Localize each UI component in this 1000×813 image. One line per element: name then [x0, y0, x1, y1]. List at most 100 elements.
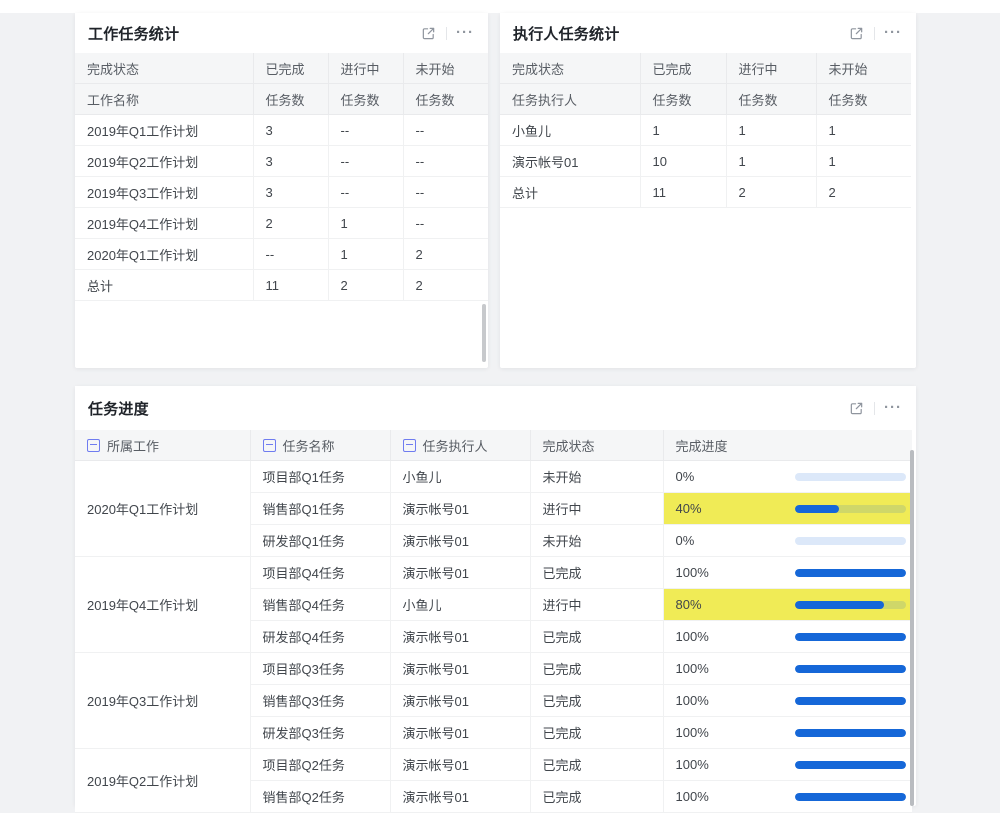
pivot-cell[interactable]: 11: [253, 270, 328, 301]
executor-cell[interactable]: 小鱼儿: [390, 461, 530, 493]
pivot-cell[interactable]: 2: [816, 177, 911, 208]
task-name-cell[interactable]: 项目部Q2任务: [250, 749, 390, 781]
task-name-cell[interactable]: 研发部Q4任务: [250, 621, 390, 653]
task-name-cell[interactable]: 项目部Q4任务: [250, 557, 390, 589]
progress-percent: 100%: [676, 789, 709, 804]
expand-icon[interactable]: [847, 24, 865, 42]
collapse-minus-icon[interactable]: [87, 439, 100, 452]
progress-cell[interactable]: 0%: [663, 461, 912, 493]
task-name-cell[interactable]: 项目部Q3任务: [250, 653, 390, 685]
status-cell[interactable]: 进行中: [530, 493, 663, 525]
progress-cell[interactable]: 80%: [663, 589, 912, 621]
progress-cell[interactable]: 100%: [663, 717, 912, 749]
task-name-cell[interactable]: 研发部Q3任务: [250, 717, 390, 749]
status-cell[interactable]: 已完成: [530, 749, 663, 781]
pivot-cell[interactable]: --: [403, 208, 488, 239]
executor-cell[interactable]: 演示帐号01: [390, 493, 530, 525]
status-cell[interactable]: 已完成: [530, 781, 663, 813]
executor-cell[interactable]: 演示帐号01: [390, 749, 530, 781]
pivot-cell[interactable]: 1: [328, 208, 403, 239]
status-cell[interactable]: 已完成: [530, 717, 663, 749]
status-cell[interactable]: 进行中: [530, 589, 663, 621]
pivot-cell[interactable]: 2019年Q4工作计划: [75, 208, 253, 239]
status-cell[interactable]: 已完成: [530, 653, 663, 685]
collapse-minus-icon[interactable]: [263, 439, 276, 452]
more-icon[interactable]: ···: [884, 24, 902, 42]
pivot-cell[interactable]: 10: [640, 146, 726, 177]
progress-cell[interactable]: 100%: [663, 685, 912, 717]
pivot-cell[interactable]: 总计: [500, 177, 640, 208]
pivot-cell[interactable]: --: [328, 146, 403, 177]
collapse-minus-icon[interactable]: [403, 439, 416, 452]
work-group-cell[interactable]: 2020年Q1工作计划: [75, 461, 250, 557]
pivot-cell[interactable]: 小鱼儿: [500, 115, 640, 146]
column-header-0[interactable]: 所属工作: [75, 430, 250, 461]
pivot-cell[interactable]: 2020年Q1工作计划: [75, 239, 253, 270]
more-icon[interactable]: ···: [456, 24, 474, 42]
work-group-cell[interactable]: 2019年Q2工作计划: [75, 749, 250, 813]
pivot-cell[interactable]: 2: [403, 239, 488, 270]
pivot-cell[interactable]: 2019年Q2工作计划: [75, 146, 253, 177]
executor-cell[interactable]: 演示帐号01: [390, 557, 530, 589]
task-name-cell[interactable]: 销售部Q4任务: [250, 589, 390, 621]
progress-cell[interactable]: 0%: [663, 525, 912, 557]
pivot-cell[interactable]: --: [253, 239, 328, 270]
executor-cell[interactable]: 演示帐号01: [390, 781, 530, 813]
task-name-cell[interactable]: 销售部Q3任务: [250, 685, 390, 717]
task-name-cell[interactable]: 销售部Q2任务: [250, 781, 390, 813]
status-cell[interactable]: 未开始: [530, 461, 663, 493]
progress-cell[interactable]: 100%: [663, 557, 912, 589]
more-icon[interactable]: ···: [884, 399, 902, 417]
pivot-cell[interactable]: 1: [816, 115, 911, 146]
pivot-cell[interactable]: 1: [816, 146, 911, 177]
pivot-cell[interactable]: 2: [726, 177, 816, 208]
pivot-cell[interactable]: --: [403, 115, 488, 146]
expand-icon[interactable]: [419, 24, 437, 42]
work-group-cell[interactable]: 2019年Q3工作计划: [75, 653, 250, 749]
executor-cell[interactable]: 演示帐号01: [390, 653, 530, 685]
executor-cell[interactable]: 演示帐号01: [390, 685, 530, 717]
pivot-cell[interactable]: 演示帐号01: [500, 146, 640, 177]
pivot-cell[interactable]: 3: [253, 115, 328, 146]
pivot-cell[interactable]: --: [328, 177, 403, 208]
progress-cell[interactable]: 100%: [663, 621, 912, 653]
progress-cell[interactable]: 100%: [663, 749, 912, 781]
status-cell[interactable]: 已完成: [530, 621, 663, 653]
pivot-cell[interactable]: 2019年Q3工作计划: [75, 177, 253, 208]
pivot-cell[interactable]: 1: [726, 115, 816, 146]
pivot-cell[interactable]: 2: [403, 270, 488, 301]
status-cell[interactable]: 已完成: [530, 685, 663, 717]
pivot-cell[interactable]: --: [403, 177, 488, 208]
pivot-cell[interactable]: 总计: [75, 270, 253, 301]
pivot-cell[interactable]: 2: [253, 208, 328, 239]
pivot-cell[interactable]: 1: [726, 146, 816, 177]
column-header: 任务数: [816, 84, 911, 115]
executor-cell[interactable]: 小鱼儿: [390, 589, 530, 621]
task-name-cell[interactable]: 项目部Q1任务: [250, 461, 390, 493]
progress-cell[interactable]: 40%: [663, 493, 912, 525]
progress-cell[interactable]: 100%: [663, 781, 912, 813]
column-header-2[interactable]: 任务执行人: [390, 430, 530, 461]
pivot-cell[interactable]: 2019年Q1工作计划: [75, 115, 253, 146]
pivot-cell[interactable]: 1: [328, 239, 403, 270]
pivot-cell[interactable]: --: [328, 115, 403, 146]
scrollbar-thumb[interactable]: [910, 450, 914, 806]
column-header-1[interactable]: 任务名称: [250, 430, 390, 461]
status-cell[interactable]: 未开始: [530, 525, 663, 557]
task-name-cell[interactable]: 销售部Q1任务: [250, 493, 390, 525]
expand-icon[interactable]: [847, 399, 865, 417]
scrollbar-thumb[interactable]: [482, 304, 486, 362]
pivot-cell[interactable]: 3: [253, 177, 328, 208]
pivot-cell[interactable]: 11: [640, 177, 726, 208]
pivot-cell[interactable]: 1: [640, 115, 726, 146]
task-name-cell[interactable]: 研发部Q1任务: [250, 525, 390, 557]
work-group-cell[interactable]: 2019年Q4工作计划: [75, 557, 250, 653]
progress-cell[interactable]: 100%: [663, 653, 912, 685]
pivot-cell[interactable]: 2: [328, 270, 403, 301]
status-cell[interactable]: 已完成: [530, 557, 663, 589]
executor-cell[interactable]: 演示帐号01: [390, 621, 530, 653]
executor-cell[interactable]: 演示帐号01: [390, 717, 530, 749]
executor-cell[interactable]: 演示帐号01: [390, 525, 530, 557]
pivot-cell[interactable]: --: [403, 146, 488, 177]
pivot-cell[interactable]: 3: [253, 146, 328, 177]
